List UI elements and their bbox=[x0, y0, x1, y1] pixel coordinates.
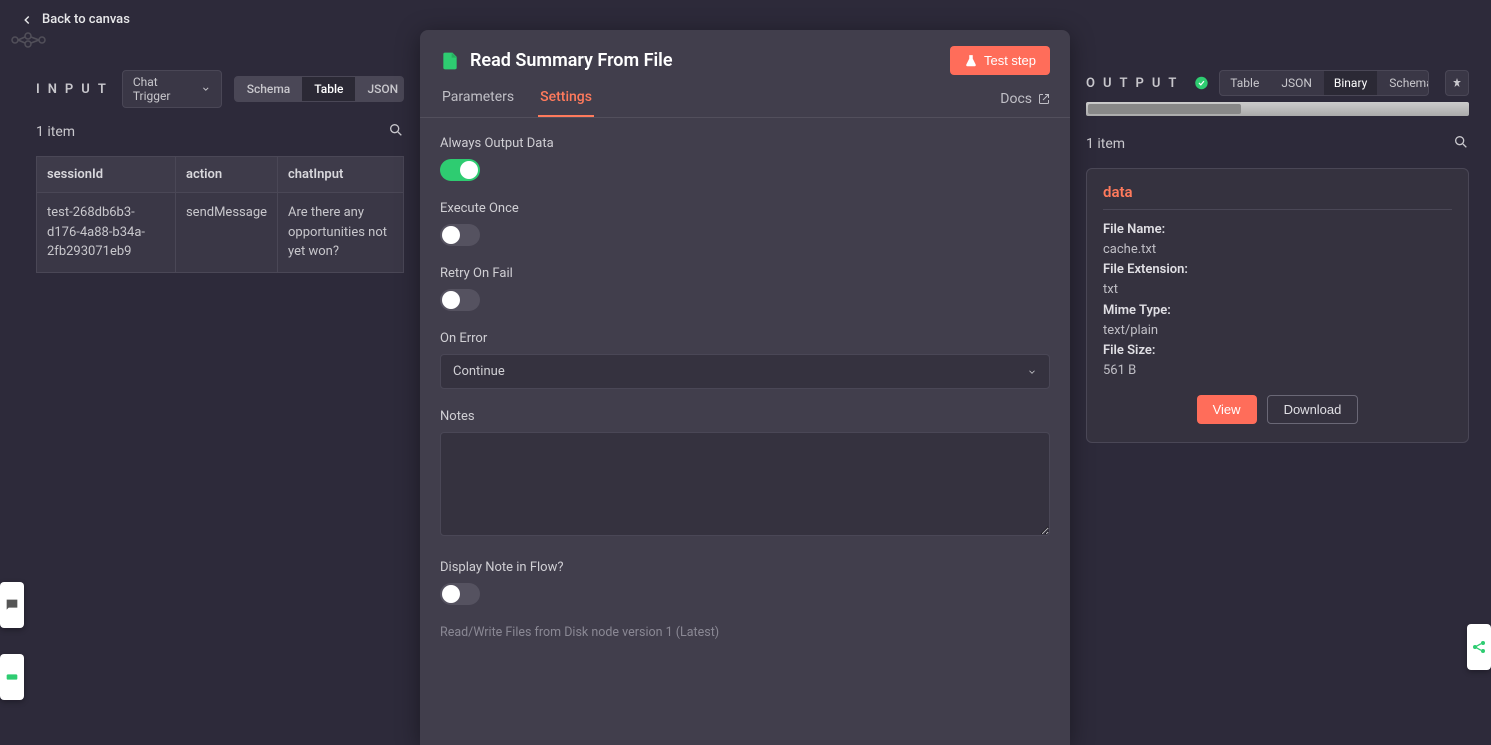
output-seg-table[interactable]: Table bbox=[1220, 71, 1269, 95]
view-button[interactable]: View bbox=[1197, 395, 1257, 424]
toggle-display-note[interactable] bbox=[440, 583, 480, 605]
size-value: 561 B bbox=[1103, 361, 1452, 381]
output-seg-json[interactable]: JSON bbox=[1271, 71, 1322, 95]
trigger-chip-label: Chat Trigger bbox=[133, 75, 195, 103]
chat-icon bbox=[4, 597, 20, 613]
select-on-error[interactable]: Continue bbox=[440, 354, 1050, 389]
download-button[interactable]: Download bbox=[1267, 395, 1359, 424]
output-view-segments: Table JSON Binary Schema bbox=[1219, 70, 1428, 96]
label-on-error: On Error bbox=[440, 331, 1050, 346]
input-title: INPUT bbox=[36, 82, 114, 97]
file-name-label: File Name: bbox=[1103, 220, 1452, 240]
docs-link[interactable]: Docs bbox=[1000, 91, 1050, 117]
input-seg-json[interactable]: JSON bbox=[355, 77, 404, 101]
table-header-row: sessionId action chatInput bbox=[37, 157, 404, 193]
file-name-value: cache.txt bbox=[1103, 240, 1452, 260]
col-action[interactable]: action bbox=[175, 157, 277, 193]
input-data-table: sessionId action chatInput test-268db6b3… bbox=[36, 156, 404, 273]
output-items-count: 1 item bbox=[1086, 136, 1125, 152]
output-title: OUTPUT bbox=[1086, 76, 1184, 91]
edge-button-chat[interactable] bbox=[0, 582, 24, 628]
search-icon[interactable] bbox=[1453, 134, 1469, 154]
flow-icon bbox=[1471, 639, 1487, 655]
edge-button-node[interactable] bbox=[0, 654, 24, 700]
input-seg-table[interactable]: Table bbox=[302, 77, 355, 101]
search-icon[interactable] bbox=[388, 122, 404, 142]
modal-title-text: Read Summary From File bbox=[470, 50, 673, 71]
cell-sessionid: test-268db6b3-d176-4a88-b34a-2fb293071eb… bbox=[37, 193, 176, 273]
label-display-note: Display Note in Flow? bbox=[440, 560, 1050, 575]
table-row[interactable]: test-268db6b3-d176-4a88-b34a-2fb293071eb… bbox=[37, 193, 404, 273]
node-icon bbox=[4, 669, 20, 685]
col-chatinput[interactable]: chatInput bbox=[278, 157, 404, 193]
node-settings-modal: Read Summary From File Test step Paramet… bbox=[420, 30, 1070, 745]
external-link-icon bbox=[1038, 93, 1050, 105]
input-panel: INPUT Chat Trigger Schema Table JSON 1 i… bbox=[0, 50, 420, 745]
arrow-left-icon bbox=[20, 13, 34, 27]
docs-label: Docs bbox=[1000, 91, 1032, 107]
select-on-error-value: Continue bbox=[453, 364, 505, 379]
back-label: Back to canvas bbox=[42, 12, 130, 27]
binary-data-card: data File Name: cache.txt File Extension… bbox=[1086, 168, 1469, 443]
file-ext-value: txt bbox=[1103, 280, 1452, 300]
label-execute-once: Execute Once bbox=[440, 201, 1050, 216]
pin-button[interactable] bbox=[1445, 70, 1469, 96]
tab-settings[interactable]: Settings bbox=[538, 89, 594, 117]
pin-icon bbox=[1451, 77, 1463, 89]
cell-action: sendMessage bbox=[175, 193, 277, 273]
chevron-down-icon bbox=[1027, 367, 1037, 377]
trigger-chip[interactable]: Chat Trigger bbox=[122, 70, 222, 108]
label-retry-on-fail: Retry On Fail bbox=[440, 266, 1050, 281]
test-step-label: Test step bbox=[984, 53, 1036, 68]
size-label: File Size: bbox=[1103, 341, 1452, 361]
chevron-down-icon bbox=[201, 84, 211, 94]
input-view-segments: Schema Table JSON bbox=[234, 76, 404, 102]
flask-icon bbox=[964, 54, 978, 68]
tab-parameters[interactable]: Parameters bbox=[440, 89, 516, 117]
cell-chatinput: Are there any opportunities not yet won? bbox=[278, 193, 404, 273]
data-heading: data bbox=[1103, 183, 1452, 210]
mime-value: text/plain bbox=[1103, 321, 1452, 341]
horizontal-scrollbar[interactable] bbox=[1086, 102, 1469, 116]
output-panel: OUTPUT Table JSON Binary Schema 1 item d… bbox=[1076, 50, 1479, 745]
output-seg-binary[interactable]: Binary bbox=[1324, 71, 1377, 95]
mime-label: Mime Type: bbox=[1103, 301, 1452, 321]
file-ext-label: File Extension: bbox=[1103, 260, 1452, 280]
col-sessionid[interactable]: sessionId bbox=[37, 157, 176, 193]
success-check-icon bbox=[1194, 75, 1209, 91]
output-seg-schema[interactable]: Schema bbox=[1379, 71, 1428, 95]
toggle-retry-on-fail[interactable] bbox=[440, 289, 480, 311]
file-read-icon bbox=[440, 51, 460, 71]
label-notes: Notes bbox=[440, 409, 1050, 424]
toggle-always-output[interactable] bbox=[440, 159, 480, 181]
test-step-button[interactable]: Test step bbox=[950, 46, 1050, 75]
toggle-execute-once[interactable] bbox=[440, 224, 480, 246]
notes-textarea[interactable] bbox=[440, 432, 1050, 536]
back-to-canvas-link[interactable]: Back to canvas bbox=[20, 12, 130, 27]
input-seg-schema[interactable]: Schema bbox=[235, 77, 303, 101]
label-always-output: Always Output Data bbox=[440, 136, 1050, 151]
edge-button-flow[interactable] bbox=[1467, 624, 1491, 670]
node-version-note: Read/Write Files from Disk node version … bbox=[440, 625, 1050, 640]
input-items-count: 1 item bbox=[36, 124, 75, 140]
